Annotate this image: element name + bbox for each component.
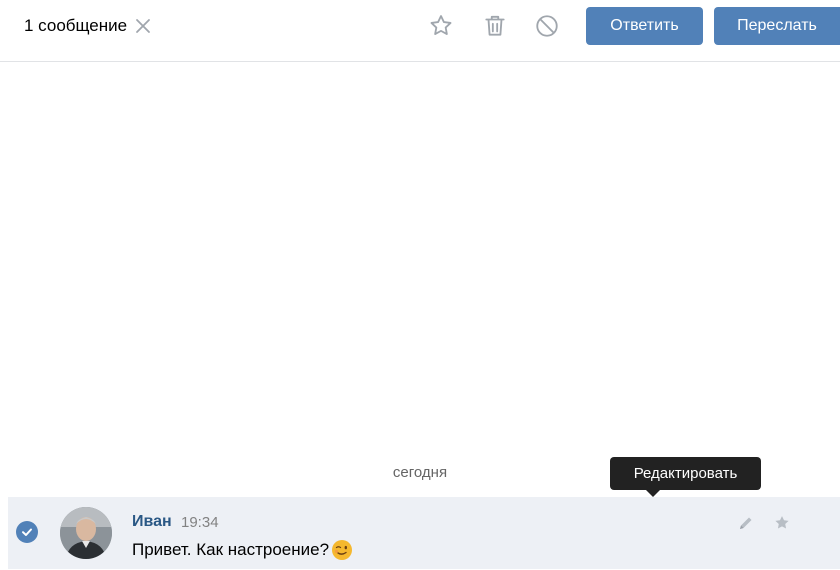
message-text: Привет. Как настроение?: [132, 540, 330, 559]
edit-pencil-icon[interactable]: [736, 513, 756, 533]
selection-counter: 1 сообщение: [24, 14, 151, 38]
edit-tooltip: Редактировать: [610, 457, 761, 490]
trash-icon[interactable]: [481, 12, 509, 40]
message-text-line: Привет. Как настроение?: [132, 539, 353, 561]
message-author[interactable]: Иван: [132, 513, 172, 531]
winking-face-emoji-icon: [331, 539, 353, 561]
selected-check-icon[interactable]: [16, 521, 38, 543]
forward-button[interactable]: Переслать: [714, 7, 840, 45]
avatar[interactable]: [60, 507, 112, 559]
selection-toolbar: 1 сообщение Ответить Переслать: [0, 0, 840, 62]
selection-count-label: 1 сообщение: [24, 16, 128, 35]
favorite-star-icon[interactable]: [772, 513, 792, 533]
message-time[interactable]: 19:34: [181, 514, 219, 531]
close-icon[interactable]: [135, 18, 151, 34]
tooltip-arrow: [646, 490, 660, 497]
block-icon[interactable]: [533, 12, 561, 40]
reply-button[interactable]: Ответить: [586, 7, 703, 45]
message-row[interactable]: Иван 19:34 Привет. Как настроение?: [8, 497, 840, 569]
star-outline-icon[interactable]: [427, 12, 455, 40]
